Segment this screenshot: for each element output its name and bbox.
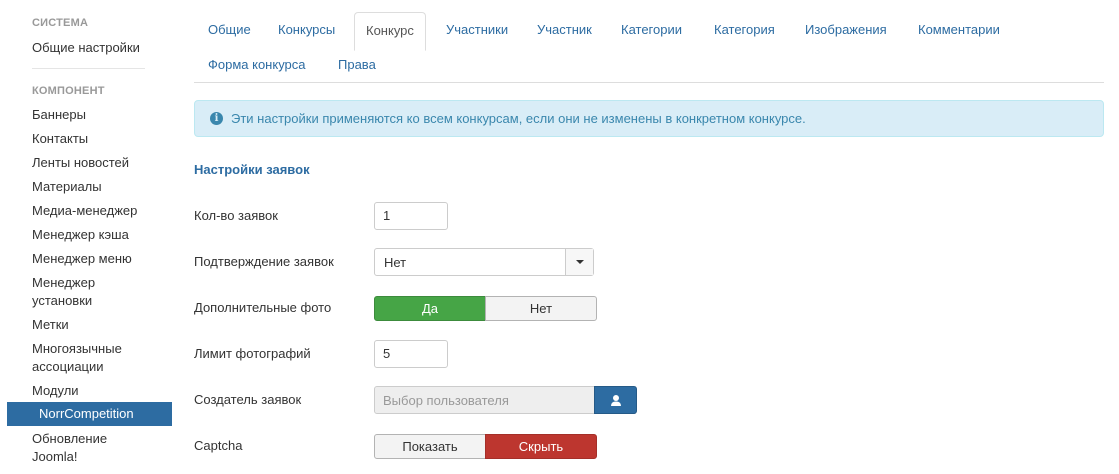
sidebar-item-newsfeeds[interactable]: Ленты новостей: [32, 154, 172, 172]
sidebar-item-installer[interactable]: Менеджер установки: [32, 274, 142, 310]
photo-limit-input[interactable]: 5: [374, 340, 448, 368]
sidebar-divider: [32, 68, 145, 69]
tab-contests[interactable]: Конкурсы: [278, 22, 335, 37]
info-alert: i Эти настройки применяются ко всем конк…: [194, 100, 1104, 137]
tab-participants[interactable]: Участники: [446, 22, 508, 37]
tab-category[interactable]: Категория: [714, 22, 775, 37]
extra-photos-toggle: Да Нет: [374, 296, 597, 321]
extra-photos-yes-button[interactable]: Да: [374, 296, 486, 321]
section-title: Настройки заявок: [194, 162, 310, 177]
sidebar-item-label: NorrCompetition: [39, 406, 134, 421]
info-icon: i: [210, 112, 223, 125]
sidebar-item-tags[interactable]: Метки: [32, 316, 172, 334]
select-user-button[interactable]: [594, 386, 637, 414]
tab-categories[interactable]: Категории: [621, 22, 682, 37]
extra-photos-no-button[interactable]: Нет: [485, 296, 597, 321]
sidebar-item-norrcompetition[interactable]: NorrCompetition: [7, 402, 172, 426]
tab-general[interactable]: Общие: [208, 22, 251, 37]
sidebar-item-media-manager[interactable]: Медиа-менеджер: [32, 202, 172, 220]
extra-photos-label: Дополнительные фото: [194, 300, 332, 315]
sidebar-item-cache-manager[interactable]: Менеджер кэша: [32, 226, 172, 244]
confirmation-select[interactable]: Нет: [374, 248, 594, 276]
entries-count-input[interactable]: 1: [374, 202, 448, 230]
sidebar-item-contacts[interactable]: Контакты: [32, 130, 172, 148]
captcha-label: Captcha: [194, 438, 243, 453]
alert-text: Эти настройки применяются ко всем конкур…: [231, 111, 806, 126]
sidebar-item-general-settings[interactable]: Общие настройки: [32, 39, 172, 57]
sidebar-item-banners[interactable]: Баннеры: [32, 106, 172, 124]
captcha-hide-button[interactable]: Скрыть: [485, 434, 597, 459]
tab-comments[interactable]: Комментарии: [918, 22, 1000, 37]
captcha-show-button[interactable]: Показать: [374, 434, 486, 459]
tab-images[interactable]: Изображения: [805, 22, 887, 37]
tab-participant[interactable]: Участник: [537, 22, 592, 37]
sidebar-item-modules[interactable]: Модули: [32, 382, 172, 400]
user-icon: [611, 395, 621, 406]
sidebar-section-system: Система: [32, 17, 89, 29]
chevron-down-icon: [576, 260, 584, 264]
sidebar-item-joomla-update[interactable]: Обновление Joomla!: [32, 430, 132, 466]
tab-contest[interactable]: Конкурс: [354, 12, 426, 51]
captcha-toggle: Показать Скрыть: [374, 434, 597, 459]
tab-permissions[interactable]: Права: [338, 57, 376, 72]
sidebar-item-menu-manager[interactable]: Менеджер меню: [32, 250, 172, 268]
dropdown-toggle[interactable]: [565, 249, 593, 275]
sidebar-item-articles[interactable]: Материалы: [32, 178, 172, 196]
tab-bar: Общие Конкурсы Конкурс Участники Участни…: [194, 12, 1104, 83]
entries-count-label: Кол-во заявок: [194, 208, 278, 223]
confirmation-label: Подтверждение заявок: [194, 254, 334, 269]
sidebar: Система Общие настройки Компонент Баннер…: [0, 0, 180, 474]
sidebar-item-associations[interactable]: Многоязычные ассоциации: [32, 340, 142, 376]
photo-limit-label: Лимит фотографий: [194, 346, 311, 361]
confirmation-value: Нет: [384, 255, 407, 270]
sidebar-section-component: Компонент: [32, 85, 105, 97]
tab-contest-form[interactable]: Форма конкурса: [208, 57, 306, 72]
creator-label: Создатель заявок: [194, 392, 302, 407]
creator-input[interactable]: Выбор пользователя: [374, 386, 595, 414]
